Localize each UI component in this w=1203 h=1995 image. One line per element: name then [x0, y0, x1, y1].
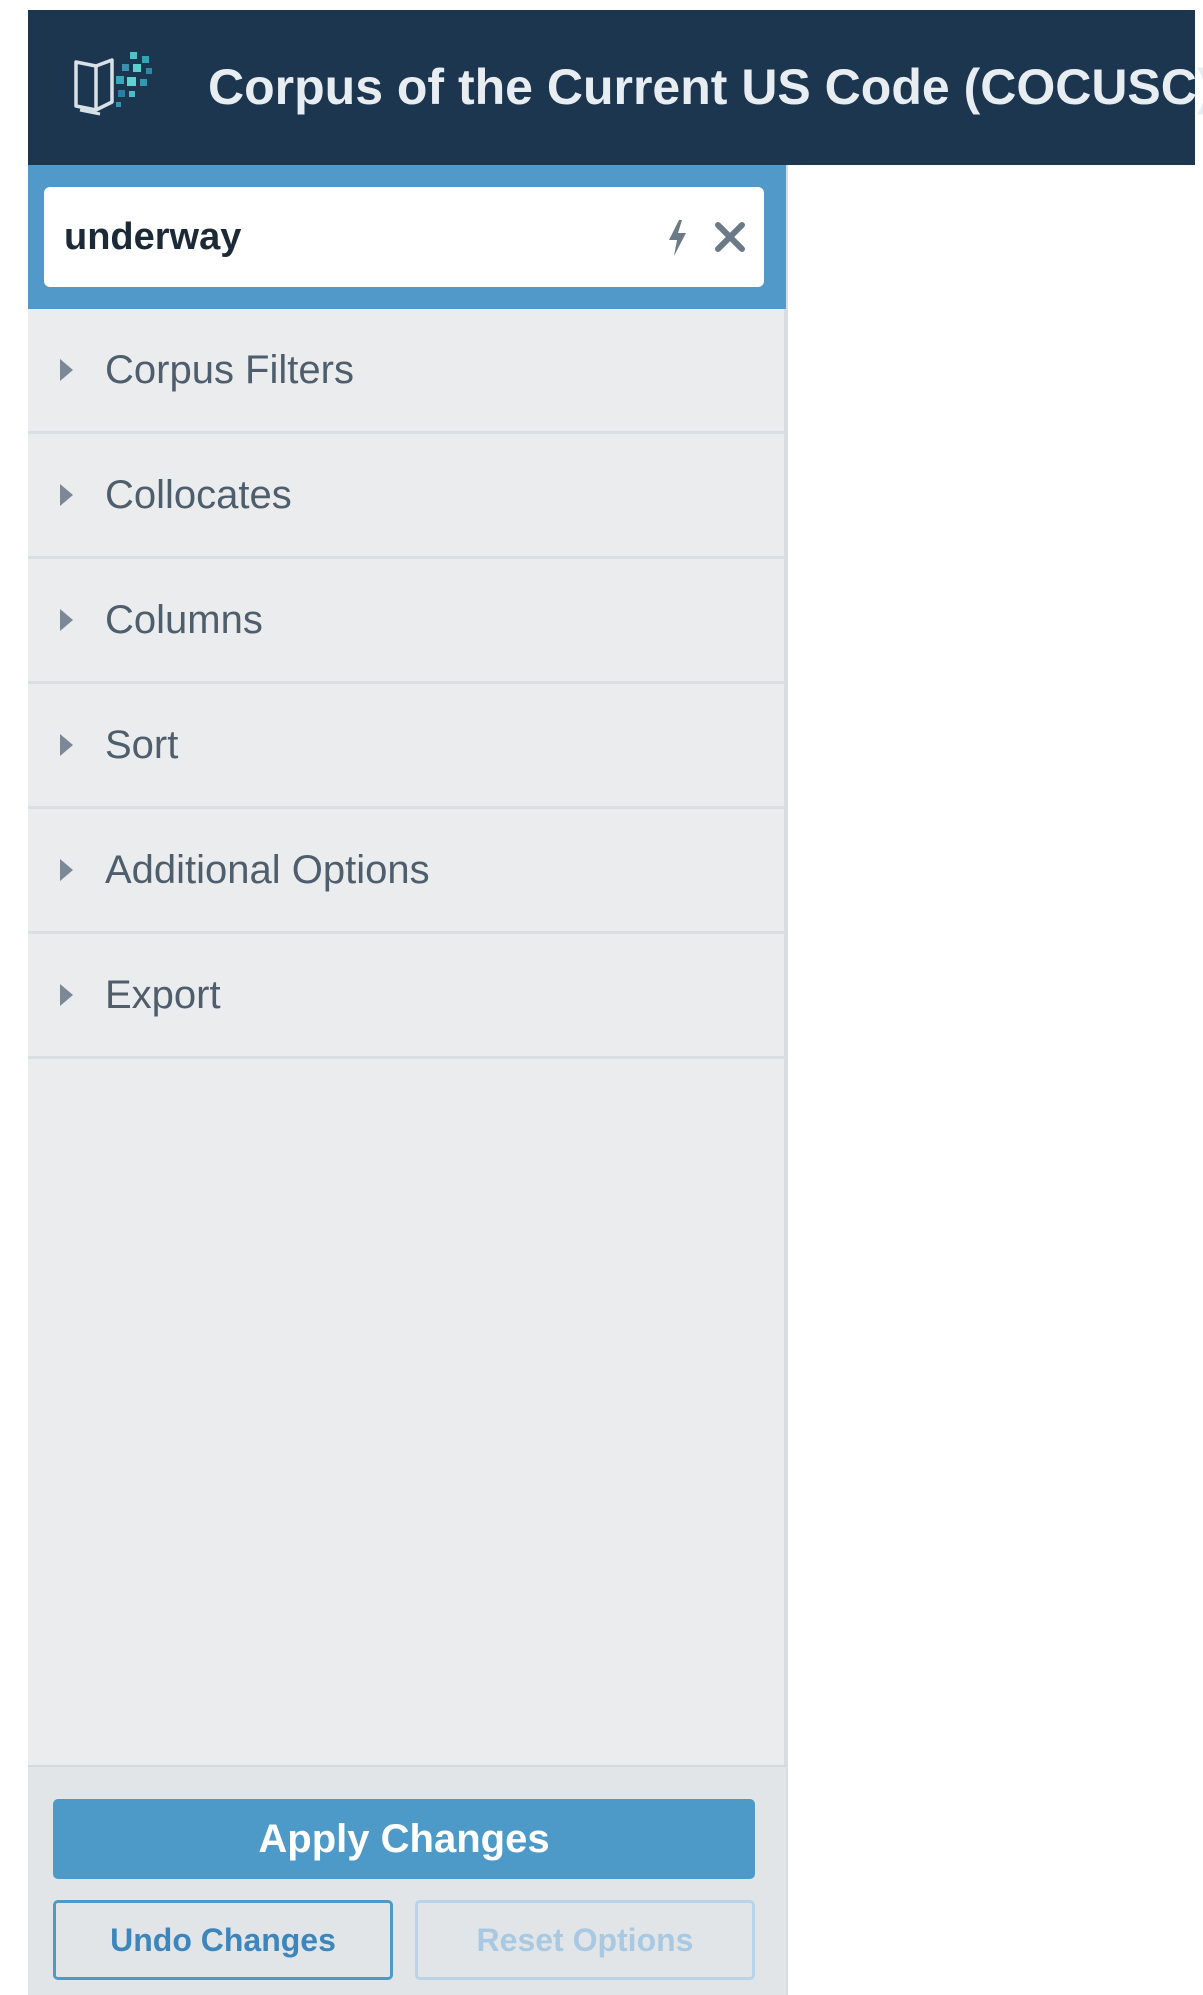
caret-right-icon: [60, 984, 73, 1006]
page-title: Corpus of the Current US Code (COCUSC): [208, 59, 1203, 115]
search-value: underway: [64, 216, 242, 258]
section-list: Corpus Filters Collocates Columns Sort A…: [28, 309, 786, 1059]
search-band: underway: [28, 165, 786, 309]
section-collocates[interactable]: Collocates: [28, 434, 786, 559]
section-label: Corpus Filters: [105, 348, 354, 392]
undo-changes-button[interactable]: Undo Changes: [53, 1900, 393, 1980]
close-icon[interactable]: [712, 217, 748, 257]
reset-options-button[interactable]: Reset Options: [415, 1900, 755, 1980]
section-columns[interactable]: Columns: [28, 559, 786, 684]
lightning-bolt-icon[interactable]: [664, 218, 690, 258]
caret-right-icon: [60, 359, 73, 381]
section-label: Collocates: [105, 473, 292, 517]
caret-right-icon: [60, 734, 73, 756]
section-export[interactable]: Export: [28, 934, 786, 1059]
caret-right-icon: [60, 609, 73, 631]
section-label: Export: [105, 973, 221, 1017]
page: Corpus of the Current US Code (COCUSC) u…: [0, 0, 1203, 1995]
section-label: Sort: [105, 723, 179, 767]
section-label: Additional Options: [105, 848, 430, 892]
sidebar-footer: Apply Changes Undo Changes Reset Options: [28, 1765, 786, 1995]
apply-changes-button[interactable]: Apply Changes: [53, 1799, 755, 1879]
section-corpus-filters[interactable]: Corpus Filters: [28, 309, 786, 434]
app-header: Corpus of the Current US Code (COCUSC): [28, 10, 1203, 165]
options-sidebar: underway Corpus Filters Collocates Colum…: [28, 165, 788, 1995]
search-input[interactable]: underway: [44, 187, 764, 287]
caret-right-icon: [60, 484, 73, 506]
section-label: Columns: [105, 598, 263, 642]
book-pixel-logo-icon: [74, 52, 152, 116]
section-additional-options[interactable]: Additional Options: [28, 809, 786, 934]
section-sort[interactable]: Sort: [28, 684, 786, 809]
caret-right-icon: [60, 859, 73, 881]
